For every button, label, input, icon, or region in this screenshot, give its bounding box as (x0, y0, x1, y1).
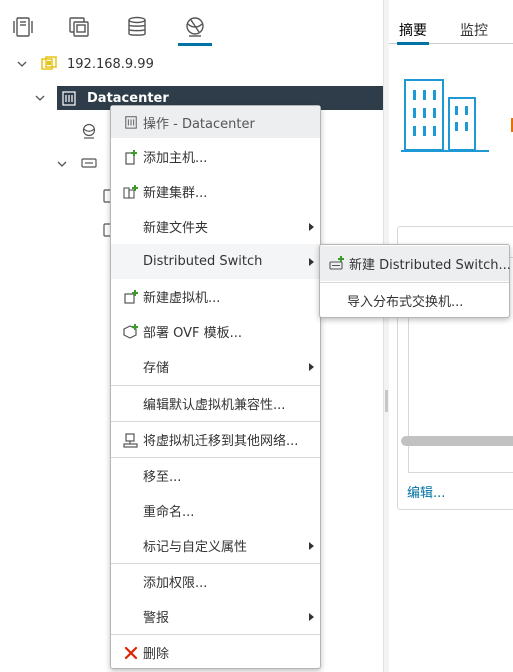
new-cluster-icon (122, 183, 140, 201)
menu-item-rename[interactable]: 重命名... (111, 493, 320, 528)
menu-item-label: 导入分布式交换机... (347, 295, 464, 310)
distributed-switch-submenu: 新建 Distributed Switch... 导入分布式交换机... (319, 244, 511, 318)
actions-icon (122, 113, 140, 131)
delete-icon (122, 644, 140, 662)
datacenter-label: Datacenter (87, 90, 169, 106)
menu-item-label: 存储 (143, 361, 170, 376)
menu-item-label: 将虚拟机迁移到其他网络... (143, 434, 299, 449)
menu-item-import-distributed-switch[interactable]: 导入分布式交换机... (320, 283, 509, 318)
chevron-down-icon[interactable] (56, 158, 68, 170)
context-menu-header: 操作 - Datacenter (111, 106, 320, 138)
menu-item-add-host[interactable]: 添加主机... (111, 139, 320, 174)
datacenter-icon (61, 90, 77, 106)
submenu-arrow-icon (309, 541, 314, 550)
network-node-icon[interactable] (81, 123, 97, 139)
vcenter-icon (41, 56, 57, 72)
menu-item-tags-attributes[interactable]: 标记与自定义属性 (111, 528, 320, 563)
migrate-vm-network-icon (122, 431, 140, 449)
menu-item-label: 添加主机... (143, 151, 208, 166)
menu-item-new-distributed-switch[interactable]: 新建 Distributed Switch... (320, 246, 511, 281)
menu-item-label: 编辑默认虚拟机兼容性... (143, 398, 286, 413)
vms-templates-tab[interactable] (64, 12, 94, 42)
menu-item-label: 警报 (143, 611, 170, 626)
new-dvswitch-icon (328, 255, 346, 273)
hosts-clusters-icon (13, 17, 33, 37)
hosts-clusters-tab[interactable] (8, 12, 38, 42)
menu-item-edit-vm-compat[interactable]: 编辑默认虚拟机兼容性... (111, 386, 320, 421)
menu-item-storage[interactable]: 存储 (111, 349, 320, 384)
networking-icon (186, 17, 204, 37)
menu-item-move-to[interactable]: 移至... (111, 458, 320, 493)
edit-link[interactable]: 编辑... (407, 482, 445, 501)
networking-tab[interactable] (178, 12, 212, 46)
vcenter-label: 192.168.9.99 (67, 56, 154, 72)
vsphere-client: 192.168.9.99 Datacenter 摘要 监控 编辑... 操作 -… (0, 0, 513, 672)
menu-item-add-permission[interactable]: 添加权限... (111, 564, 320, 599)
splitter-handle[interactable] (385, 390, 388, 412)
menu-item-label: Distributed Switch (143, 254, 263, 269)
menu-item-label: 新建集群... (143, 186, 208, 201)
menu-item-label: 重命名... (143, 505, 195, 520)
add-host-icon (122, 148, 140, 166)
menu-item-label: 移至... (143, 470, 182, 485)
submenu-arrow-icon (309, 612, 314, 621)
content-pane: 摘要 监控 编辑... (389, 0, 513, 672)
menu-item-label: 删除 (143, 647, 170, 662)
vms-templates-icon (69, 17, 89, 37)
deploy-ovf-icon (122, 323, 140, 341)
datacenter-illustration-icon (401, 79, 489, 152)
menu-item-label: 新建 Distributed Switch... (349, 258, 511, 273)
menu-item-deploy-ovf[interactable]: 部署 OVF 模板... (111, 314, 320, 349)
menu-item-label: 添加权限... (143, 576, 208, 591)
context-menu-title: 操作 - Datacenter (143, 116, 255, 132)
menu-item-label: 新建虚拟机... (143, 291, 221, 306)
tree-node-vcenter[interactable]: 192.168.9.99 (0, 52, 383, 76)
horizontal-scrollbar[interactable] (401, 436, 513, 446)
menu-item-new-folder[interactable]: 新建文件夹 (111, 209, 320, 244)
menu-item-label: 部署 OVF 模板... (143, 326, 243, 341)
tab-summary[interactable]: 摘要 (397, 20, 429, 45)
submenu-arrow-icon (309, 257, 314, 266)
menu-item-new-cluster[interactable]: 新建集群... (111, 174, 320, 209)
submenu-arrow-icon (309, 222, 314, 231)
menu-item-alarms[interactable]: 警报 (111, 599, 320, 634)
chevron-down-icon[interactable] (16, 58, 28, 70)
menu-item-new-vm[interactable]: 新建虚拟机... (111, 279, 320, 314)
chevron-down-icon[interactable] (34, 92, 46, 104)
menu-item-migrate-vm-network[interactable]: 将虚拟机迁移到其他网络... (111, 422, 320, 457)
switch-node-icon[interactable] (81, 155, 97, 171)
menu-item-label: 标记与自定义属性 (143, 540, 248, 555)
new-vm-icon (122, 288, 140, 306)
tab-monitor[interactable]: 监控 (460, 20, 488, 40)
storage-tab[interactable] (122, 12, 152, 42)
menu-item-label: 新建文件夹 (143, 221, 209, 236)
storage-icon (128, 16, 146, 36)
menu-item-distributed-switch[interactable]: Distributed Switch (111, 244, 320, 279)
content-tabs: 摘要 监控 (389, 0, 513, 45)
menu-item-delete[interactable]: 删除 (111, 635, 320, 670)
inventory-view-tabs (0, 0, 383, 46)
context-menu: 操作 - Datacenter 添加主机... 新建集群... 新建文件夹 Di… (110, 105, 321, 669)
submenu-arrow-icon (309, 362, 314, 371)
